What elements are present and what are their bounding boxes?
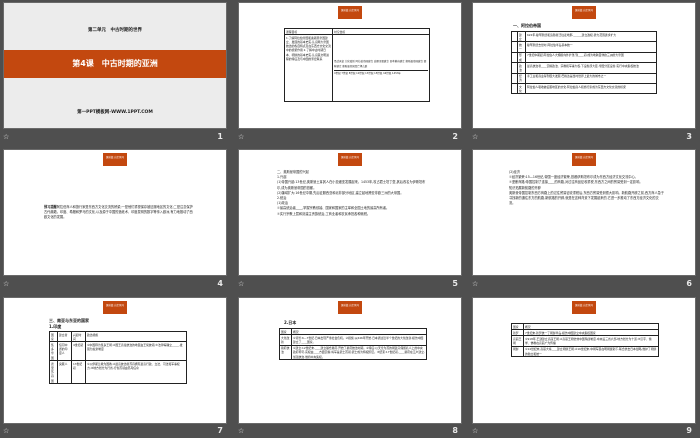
col-header: 政治措施 xyxy=(85,330,187,343)
slide-body: (2)经济 ①经济繁荣:15—16世纪,帝国一度经济繁荣,首都伊斯坦布尔成为东西… xyxy=(509,170,665,206)
slide-meta-4: ☆ 4 xyxy=(3,279,227,291)
slide-thumbnail-1[interactable]: 第二单元 中古时期的世界 第4课 中古时期的亚洲 第一PPT模板网-WWW.1P… xyxy=(3,2,227,129)
table-cell: 13世纪初 xyxy=(71,360,86,385)
tip-text: 阿拉伯商人和旅行家是东西方文化交流的桥梁;一是他们重视保存被征服地区的文化;二是… xyxy=(44,205,193,220)
section-badge: 课前篇 自主预习 xyxy=(572,153,596,166)
table-cell: ①918年,王建建立高丽王朝;②高丽王朝仿效中国隋唐制度,中央设三省六部,地方划… xyxy=(523,335,659,347)
row-text: 穆罕默德去世时,阿拉伯半岛基本统一 xyxy=(525,41,657,53)
table-cell: 恒河中游的印度人 xyxy=(57,341,72,362)
text-line: ②实行宗教上层和封建主贵族统治,工商业者和农民承担各种赋税。 xyxy=(277,211,371,216)
star-icon[interactable]: ☆ xyxy=(238,427,244,435)
slide-meta-7: ☆ 7 xyxy=(3,426,227,438)
col-header: 兴起时间 xyxy=(71,330,86,343)
table-cell: 朝鲜 xyxy=(511,345,524,358)
star-icon[interactable]: ☆ xyxy=(472,133,478,141)
star-icon[interactable]: ☆ xyxy=(238,133,244,141)
section-badge: 课前篇 自主预习 xyxy=(103,301,127,314)
slide-meta-9: ☆ 9 xyxy=(472,426,696,438)
japan-table: 国家 概况 大化改新 ①背景:6—7世纪,日本出现严重社会危机。②措施:从646年开… xyxy=(279,327,427,361)
table-cell: 幕府统治 xyxy=(279,344,292,361)
slide-number: 8 xyxy=(452,426,458,435)
row-label: 形成 xyxy=(517,51,526,64)
section-badge: 课前篇 自主预习 xyxy=(572,6,596,19)
table-cell: 突厥人 xyxy=(57,360,72,385)
star-icon[interactable]: ☆ xyxy=(3,133,9,141)
section-badge: 课前篇 自主预习 xyxy=(338,153,362,166)
section-badge: 课前篇 自主预习 xyxy=(338,301,362,314)
slide-thumbnail-8[interactable]: 课前篇 自主预习 2.日本 国家 概况 大化改新 ①背景:6—7世纪,日本出现严重社… xyxy=(238,297,462,424)
row-text: 阿拉伯人吸收被征服地区的文化,阿拉伯商人和旅行家成为东西方文化交流的桥梁 xyxy=(525,83,657,95)
subheading: 1.印度 xyxy=(49,324,62,329)
slide-thumbnail-5[interactable]: 课前篇 自主预习 二、奥斯曼帝国的兴起 1.兴起 (1)帝国兴起:13世纪,奥斯… xyxy=(238,149,462,276)
section-badge: 课前篇 自主预习 xyxy=(572,301,596,314)
row-label: 建立 xyxy=(517,30,526,43)
table-cell: 德里苏丹国 xyxy=(49,360,58,385)
slide-number: 9 xyxy=(686,426,692,435)
row-text: 7世纪中期起,阿拉伯人大规模向外扩张,到____初,成为地跨亚非欧三洲的大帝国 xyxy=(525,51,657,64)
star-icon[interactable]: ☆ xyxy=(3,280,9,288)
star-icon[interactable]: ☆ xyxy=(472,280,478,288)
col-header: 建立者 xyxy=(57,330,72,343)
timeline-times: 4世纪 7世纪 8世纪 10世纪 13世纪 15世纪 16世纪 1453年 xyxy=(334,71,401,75)
goals-text: 1.了解阿拉伯帝国和奥斯曼帝国建立、发展的基本史实,认识两大帝国统治的各自特点及… xyxy=(284,34,333,102)
table-cell: ①14世纪末,高丽大将____建立朝鲜王朝;②16世纪末,中朝军民在明朝援助下,… xyxy=(523,345,659,358)
india-table: 国家 建立者 兴起时间 政治措施 笈多帝国 恒河中游的印度人 4世纪初 ①中国称为笈多王朝;… xyxy=(49,330,187,385)
row-label: 文化 xyxy=(517,83,526,95)
row-label: 经济 xyxy=(517,72,526,85)
arab-empire-table: 建立 622年,穆罕默德和追随者迁往麦地那,______建立政权,势力范围逐步扩大… xyxy=(511,30,657,95)
col-header: 国家 xyxy=(49,330,58,343)
unit-title: 第二单元 中古时期的世界 xyxy=(88,28,142,33)
table-cell: 大化改新 xyxy=(279,334,292,346)
korea-table: 国家 概况 新罗 7世纪末,新罗统一了朝鲜半岛,模仿中国建立中央集权国家 高丽王朝 ①… xyxy=(511,322,659,358)
text-line: ②垄断商路:帝国控制了连接____的商路,对过往商品征收重税,东西方之间的贸易受… xyxy=(509,180,643,185)
extension-paragraph: 奥斯曼帝国控制东西方商路上的过往贸易征收重税后,东西方贸易受到很大影响。新航路开… xyxy=(509,190,665,206)
slide-meta-1: ☆ 1 xyxy=(3,132,227,144)
row-label: 统一 xyxy=(517,41,526,53)
star-icon[interactable]: ☆ xyxy=(3,427,9,435)
row-text: 最高统治者____掌握政治、宗教和军事大权,下设各部大臣,帝国分区设省,实行中央… xyxy=(525,62,657,74)
row-label: 政治 xyxy=(517,62,526,74)
row-text: 622年,穆罕默德和追随者迁往麦地那,______建立政权,势力范围逐步扩大 xyxy=(525,30,657,43)
slide-thumbnail-2[interactable]: 课前篇 自主预习 课程目标 时空坐标 1.了解阿拉伯帝国和奥斯曼帝国建立、发展的基… xyxy=(238,2,462,129)
table-cell: ①建立:12世纪末,____建立镰仓幕府,开始了幕府统治时期。②特征:以天皇为首… xyxy=(291,344,427,361)
table-cell: 4世纪初 xyxy=(71,341,86,362)
slide-number: 7 xyxy=(217,426,223,435)
row-text: 手工业和商业得到很大发展,巴格达是当时世界上最大的城市之一 xyxy=(525,72,657,85)
table-cell: ①以伊斯兰教为国教;②最高统治者苏丹拥有最高行政、立法、司法和军事权力;③地方划… xyxy=(85,360,187,385)
slide-meta-8: ☆ 8 xyxy=(238,426,462,438)
table-cell: ①背景:6—7世纪,日本出现严重社会危机。②措施:从646年开始,日本通过近半个… xyxy=(291,334,427,346)
slide-thumbnail-4[interactable]: 课前篇 自主预习 预习提醒阿拉伯商人和旅行家是东西方文化交流的桥梁;一是他们重视… xyxy=(3,149,227,276)
slide-number: 3 xyxy=(686,132,692,141)
section-badge: 课前篇 自主预习 xyxy=(338,6,362,19)
tip-label: 预习提醒 xyxy=(44,205,57,209)
timeline-events: 圣武天皇 大化改新 阿拉伯帝国建立 高丽王朝建立 日本幕府建立 奥斯曼帝国建立 … xyxy=(334,60,427,68)
text-line: (1)帝国兴起:13世纪,奥斯曼土耳其人在小亚细亚发展起来。1453年,攻占君士… xyxy=(277,180,426,190)
star-icon[interactable]: ☆ xyxy=(238,280,244,288)
slide-meta-6: ☆ 6 xyxy=(472,279,696,291)
goals-table: 课程目标 时空坐标 1.了解阿拉伯帝国和奥斯曼帝国建立、发展的基本史实,认识两大帝… xyxy=(284,27,430,102)
slide-meta-5: ☆ 5 xyxy=(238,279,462,291)
subheading: 2.日本 xyxy=(284,320,297,325)
slide-thumbnail-3[interactable]: 课前篇 自主预习 一、阿拉伯帝国 建立 622年,穆罕默德和追随者迁往麦地那,__… xyxy=(472,2,696,129)
slide-thumbnail-9[interactable]: 课前篇 自主预习 国家 概况 新罗 7世纪末,新罗统一了朝鲜半岛,模仿中国建立中央集… xyxy=(472,297,696,424)
section-badge: 课前篇 自主预习 xyxy=(103,153,127,166)
slide-body: 二、奥斯曼帝国的兴起 1.兴起 (1)帝国兴起:13世纪,奥斯曼土耳其人在小亚细… xyxy=(277,170,427,217)
lesson-title: 第4课 中古时期的亚洲 xyxy=(4,50,226,78)
slide-thumbnail-6[interactable]: 课前篇 自主预习 (2)经济 ①经济繁荣:15—16世纪,帝国一度经济繁荣,首都… xyxy=(472,149,696,276)
table-cell: ①中国称为笈多王朝;②国王直接统治的地区由王侯统领;③法律等确立_____,发展… xyxy=(85,341,187,362)
table-cell: 笈多帝国 xyxy=(49,341,58,362)
slide-meta-2: ☆ 2 xyxy=(238,132,462,144)
slide-number: 6 xyxy=(686,279,692,288)
slide-number: 4 xyxy=(217,279,223,288)
slide-number: 2 xyxy=(452,132,458,141)
section-heading: 一、阿拉伯帝国 xyxy=(513,23,541,28)
timeline-axis xyxy=(334,69,428,71)
site-credit: 第一PPT模板网-WWW.1PPT.COM xyxy=(77,110,153,115)
star-icon[interactable]: ☆ xyxy=(472,427,478,435)
slide-number: 1 xyxy=(217,132,223,141)
slide-number: 5 xyxy=(452,279,458,288)
table-cell: 高丽王朝 xyxy=(511,335,524,347)
slide-meta-3: ☆ 3 xyxy=(472,132,696,144)
slide-thumbnail-7[interactable]: 课前篇 自主预习 三、南亚与东亚的国家 1.印度 国家 建立者 兴起时间 政治措施 笈… xyxy=(3,297,227,424)
